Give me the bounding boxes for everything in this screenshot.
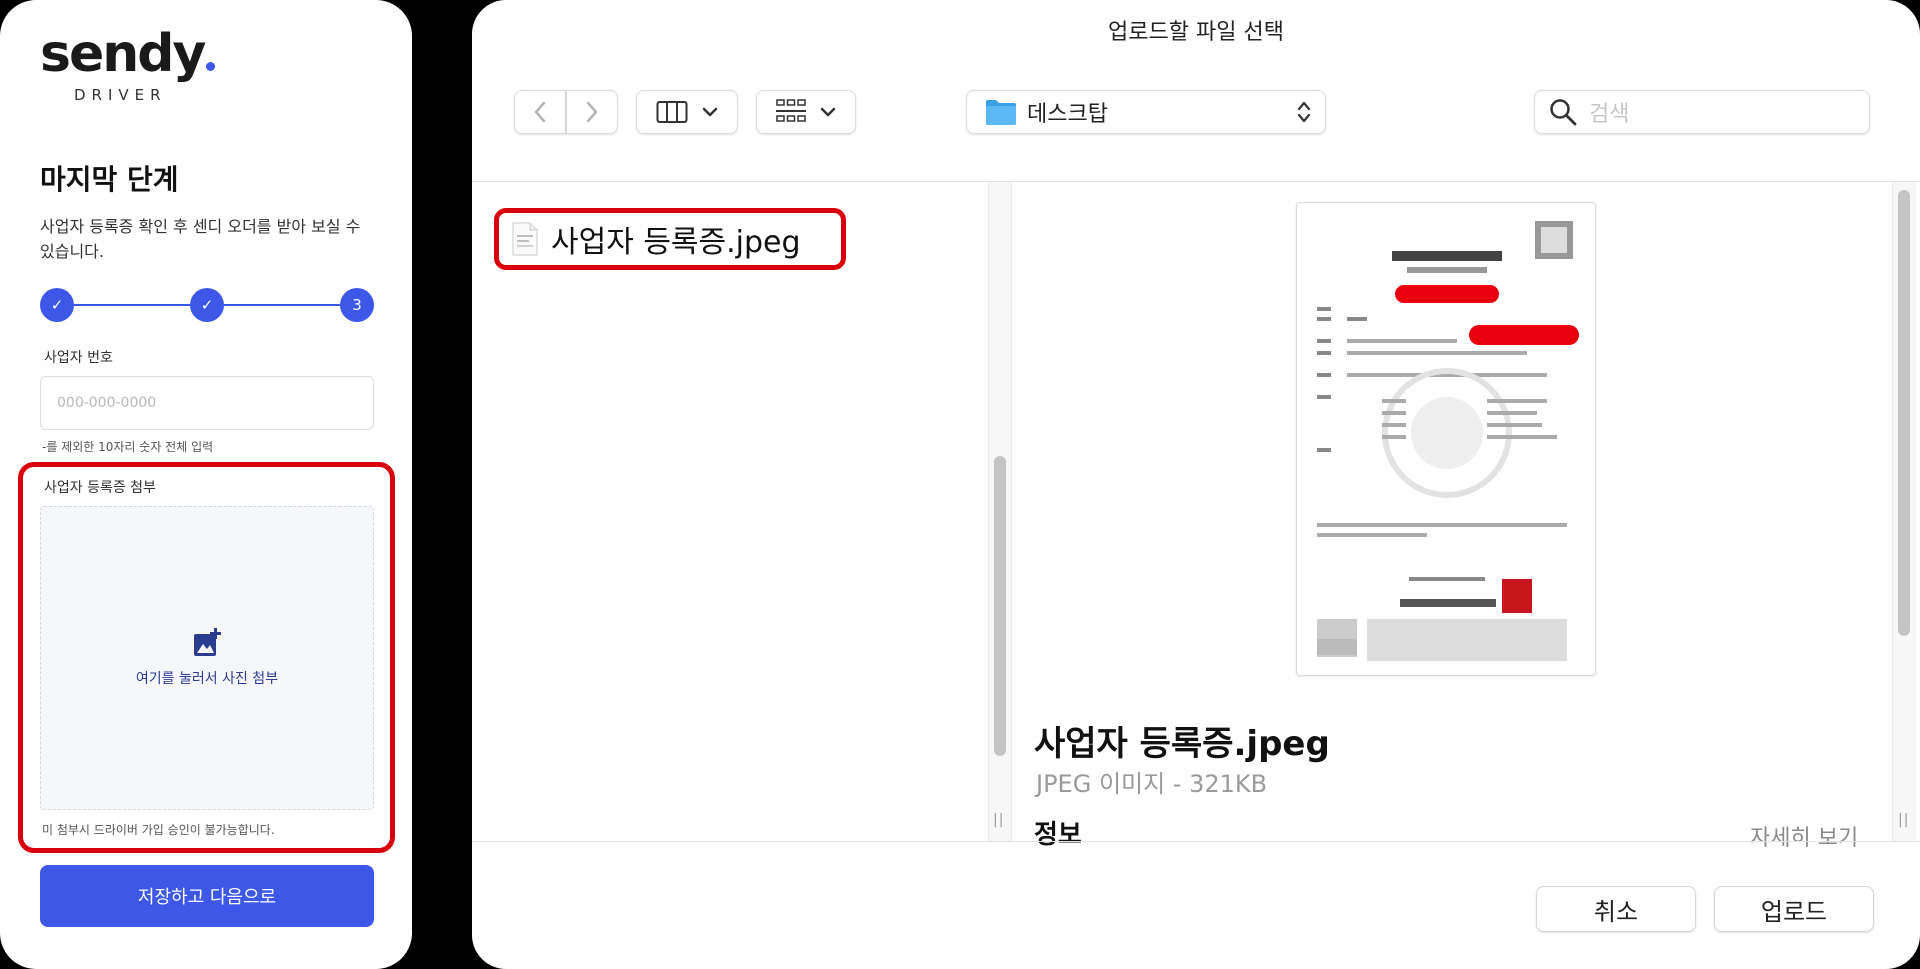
preview-scrollbar[interactable] (1892, 182, 1916, 841)
group-by-button[interactable] (756, 90, 856, 134)
logo-subtitle: DRIVER (74, 86, 167, 104)
search-placeholder: 검색 (1589, 102, 1630, 127)
file-upload-dialog: 업로드할 파일 선택 데스크탑 검색 사업자 등록증.jpeg || 사업자 등… (472, 0, 1920, 969)
upload-button[interactable]: 업로드 (1714, 886, 1874, 932)
folder-icon (986, 100, 1016, 125)
show-more-link[interactable]: 자세히 보기 (1750, 820, 1858, 852)
attachment-label: 사업자 등록증 첨부 (44, 480, 156, 496)
location-select[interactable]: 데스크탑 (966, 90, 1326, 134)
grid-arrange-icon (776, 99, 806, 122)
image-file-icon (512, 222, 538, 256)
document-preview (1296, 202, 1596, 676)
dialog-title: 업로드할 파일 선택 (1108, 20, 1284, 45)
photo-dropzone[interactable]: 여기를 눌러서 사진 첨부 (40, 506, 374, 810)
preview-file-meta: JPEG 이미지 - 321KB (1036, 770, 1268, 798)
chevron-down-icon (820, 107, 836, 117)
scrollbar-thumb[interactable] (1898, 190, 1910, 636)
step-2-check-icon: ✓ (190, 288, 224, 322)
updown-chevron-icon (1297, 101, 1311, 123)
biz-number-input[interactable] (40, 376, 374, 430)
back-button[interactable] (514, 90, 566, 134)
registration-certificate-thumbnail (1317, 221, 1579, 661)
progress-stepper: ✓ ✓ 3 (40, 288, 374, 322)
add-photo-icon (194, 628, 221, 656)
file-list-scrollbar[interactable] (988, 182, 1012, 841)
file-name: 사업자 등록증.jpeg (551, 225, 801, 260)
biz-number-helper: -를 제외한 10자리 숫자 전체 입력 (42, 440, 214, 454)
logo-wordmark: sendy (40, 24, 206, 84)
column-resize-handle[interactable]: || (993, 812, 1004, 828)
footer-divider (472, 841, 1920, 842)
preview-info-heading: 정보 (1034, 820, 1082, 850)
chevron-right-icon (586, 101, 598, 123)
scrollbar-thumb[interactable] (994, 456, 1006, 756)
sendy-logo: sendy DRIVER (40, 28, 216, 104)
chevron-left-icon (534, 101, 546, 123)
preview-file-name: 사업자 등록증.jpeg (1034, 724, 1330, 764)
column-resize-handle[interactable]: || (1898, 812, 1909, 828)
location-name: 데스크탑 (1027, 102, 1108, 127)
columns-view-icon (656, 101, 688, 123)
search-field[interactable]: 검색 (1534, 90, 1870, 134)
toolbar-divider (472, 181, 1920, 182)
page-description: 사업자 등록증 확인 후 센디 오더를 받아 보실 수 있습니다. (40, 217, 361, 261)
logo-dot (206, 62, 216, 71)
search-icon (1550, 99, 1577, 126)
forward-button[interactable] (566, 90, 618, 134)
attachment-note: 미 첨부시 드라이버 가입 승인이 불가능합니다. (42, 823, 275, 837)
stepper-connector (57, 304, 207, 306)
view-mode-columns-button[interactable] (636, 90, 738, 134)
step-3-current: 3 (340, 288, 374, 322)
file-item-selected[interactable]: 사업자 등록증.jpeg (494, 208, 846, 270)
step-1-check-icon: ✓ (40, 288, 74, 322)
chevron-down-icon (702, 107, 718, 117)
page-title: 마지막 단계 (40, 163, 179, 196)
sendy-driver-panel: sendy DRIVER 마지막 단계 사업자 등록증 확인 후 센디 오더를 … (0, 0, 412, 969)
save-next-button[interactable]: 저장하고 다음으로 (40, 865, 374, 927)
cancel-button[interactable]: 취소 (1536, 886, 1696, 932)
dropzone-text: 여기를 눌러서 사진 첨부 (135, 671, 279, 687)
stepper-connector (207, 304, 357, 306)
biz-number-label: 사업자 번호 (44, 350, 113, 366)
